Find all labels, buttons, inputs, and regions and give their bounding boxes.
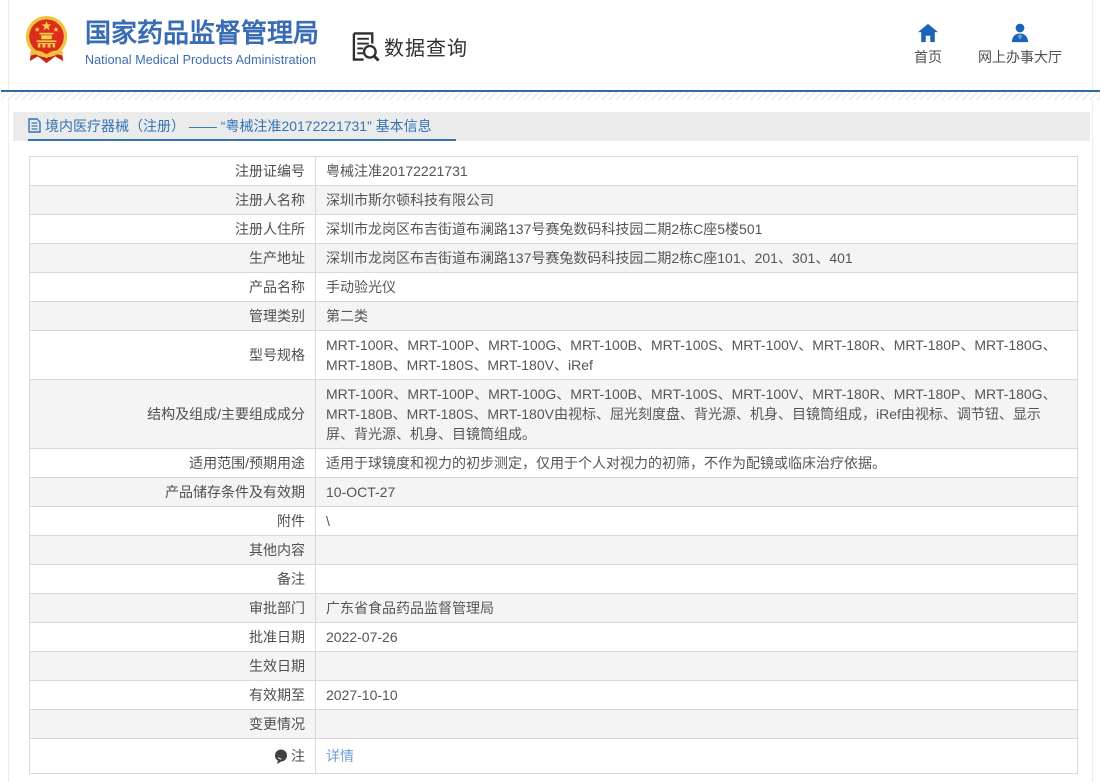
table-row: 生产地址 深圳市龙岗区布吉街道布澜路137号赛兔数码科技园二期2栋C座101、2… xyxy=(29,243,1078,273)
row-label: 注册人名称 xyxy=(29,185,316,215)
row-label: 备注 xyxy=(29,564,316,594)
table-row: 备注 xyxy=(29,564,1078,594)
table-row: 生效日期 xyxy=(29,651,1078,681)
row-value: 深圳市斯尔顿科技有限公司 xyxy=(315,185,1078,215)
row-label: 产品名称 xyxy=(29,272,316,302)
data-query-section[interactable]: 数据查询 xyxy=(351,31,468,62)
row-value: MRT-100R、MRT-100P、MRT-100G、MRT-100B、MRT-… xyxy=(315,330,1078,380)
site-logo[interactable]: 国家药品监督管理局 National Medical Products Admi… xyxy=(23,15,319,68)
document-search-icon xyxy=(352,31,380,62)
page-container: 国家药品监督管理局 National Medical Products Admi… xyxy=(1,0,1100,782)
top-nav: 首页 网上办事大厅 xyxy=(914,23,1062,67)
table-row: 有效期至 2027-10-10 xyxy=(29,680,1078,710)
nav-item-service-hall[interactable]: 网上办事大厅 xyxy=(978,23,1062,67)
person-icon xyxy=(1011,23,1029,43)
row-value xyxy=(315,709,1078,739)
table-row: 结构及组成/主要组成成分 MRT-100R、MRT-100P、MRT-100G、… xyxy=(29,379,1078,449)
row-value: 详情 xyxy=(315,738,1078,774)
row-label: 注 xyxy=(29,738,316,774)
nav-item-home[interactable]: 首页 xyxy=(914,23,942,67)
table-row: 批准日期 2022-07-26 xyxy=(29,622,1078,652)
row-value: 广东省食品药品监督管理局 xyxy=(315,593,1078,623)
national-emblem-icon xyxy=(25,15,68,63)
row-label: 产品储存条件及有效期 xyxy=(29,477,316,507)
row-value: 适用于球镜度和视力的初步测定，仅用于个人对视力的初筛，不作为配镜或临床治疗依据。 xyxy=(315,448,1078,478)
logo-text: 国家药品监督管理局 National Medical Products Admi… xyxy=(85,15,319,68)
page-title-text: 境内医疗器械（注册） —— “粤械注准20172221731” 基本信息 xyxy=(45,117,432,134)
row-label: 注册证编号 xyxy=(29,156,316,186)
row-value: \ xyxy=(315,506,1078,536)
row-label: 适用范围/预期用途 xyxy=(29,448,316,478)
site-title: 国家药品监督管理局 xyxy=(85,17,320,48)
table-row: 其他内容 xyxy=(29,535,1078,565)
row-label: 生效日期 xyxy=(29,651,316,681)
row-label: 结构及组成/主要组成成分 xyxy=(29,379,316,449)
table-row: 变更情况 xyxy=(29,709,1078,739)
table-row: 注册人名称 深圳市斯尔顿科技有限公司 xyxy=(29,185,1078,215)
row-label: 型号规格 xyxy=(29,330,316,380)
page-title: 境内医疗器械（注册） —— “粤械注准20172221731” 基本信息 xyxy=(28,112,456,141)
row-label: 生产地址 xyxy=(29,243,316,273)
table-row: 注册人住所 深圳市龙岗区布吉街道布澜路137号赛兔数码科技园二期2栋C座5楼50… xyxy=(29,214,1078,244)
note-label: 注 xyxy=(291,748,305,764)
data-query-label: 数据查询 xyxy=(384,37,469,60)
table-row: 注册证编号 粤械注准20172221731 xyxy=(29,156,1078,186)
row-label: 有效期至 xyxy=(29,680,316,710)
table-row: 适用范围/预期用途 适用于球镜度和视力的初步测定，仅用于个人对视力的初筛，不作为… xyxy=(29,448,1078,478)
note-bubble-icon xyxy=(275,749,287,764)
table-row: 附件 \ xyxy=(29,506,1078,536)
table-row: 管理类别 第二类 xyxy=(29,301,1078,331)
row-value: MRT-100R、MRT-100P、MRT-100G、MRT-100B、MRT-… xyxy=(315,379,1078,449)
row-value: 深圳市龙岗区布吉街道布澜路137号赛兔数码科技园二期2栋C座101、201、30… xyxy=(315,243,1078,273)
row-value: 深圳市龙岗区布吉街道布澜路137号赛兔数码科技园二期2栋C座5楼501 xyxy=(315,214,1078,244)
nav-service-hall-label: 网上办事大厅 xyxy=(978,49,1062,65)
row-value: 2027-10-10 xyxy=(315,680,1078,710)
row-label: 批准日期 xyxy=(29,622,316,652)
hatch-stripe-band xyxy=(1,92,1100,100)
table-row-note: 注 详情 xyxy=(29,738,1078,774)
row-value: 10-OCT-27 xyxy=(315,477,1078,507)
site-subtitle: National Medical Products Administration xyxy=(85,52,317,67)
detail-link[interactable]: 详情 xyxy=(326,748,354,764)
row-value: 粤械注准20172221731 xyxy=(315,156,1078,186)
site-header: 国家药品监督管理局 National Medical Products Admi… xyxy=(9,0,1092,90)
row-label: 变更情况 xyxy=(29,709,316,739)
row-value xyxy=(315,535,1078,565)
row-value xyxy=(315,564,1078,594)
row-label: 审批部门 xyxy=(29,593,316,623)
table-row: 产品储存条件及有效期 10-OCT-27 xyxy=(29,477,1078,507)
document-icon xyxy=(28,118,41,133)
row-value: 2022-07-26 xyxy=(315,622,1078,652)
table-row: 审批部门 广东省食品药品监督管理局 xyxy=(29,593,1078,623)
row-label: 注册人住所 xyxy=(29,214,316,244)
row-value: 第二类 xyxy=(315,301,1078,331)
row-value: 手动验光仪 xyxy=(315,272,1078,302)
row-label: 附件 xyxy=(29,506,316,536)
row-value xyxy=(315,651,1078,681)
nav-home-label: 首页 xyxy=(914,49,942,65)
registration-info-table: 注册证编号 粤械注准20172221731 注册人名称 深圳市斯尔顿科技有限公司… xyxy=(29,156,1078,774)
table-row: 产品名称 手动验光仪 xyxy=(29,272,1078,302)
row-label: 管理类别 xyxy=(29,301,316,331)
home-icon xyxy=(918,23,938,43)
table-row: 型号规格 MRT-100R、MRT-100P、MRT-100G、MRT-100B… xyxy=(29,330,1078,380)
page-title-bar: 境内医疗器械（注册） —— “粤械注准20172221731” 基本信息 xyxy=(13,112,1090,141)
row-label: 其他内容 xyxy=(29,535,316,565)
